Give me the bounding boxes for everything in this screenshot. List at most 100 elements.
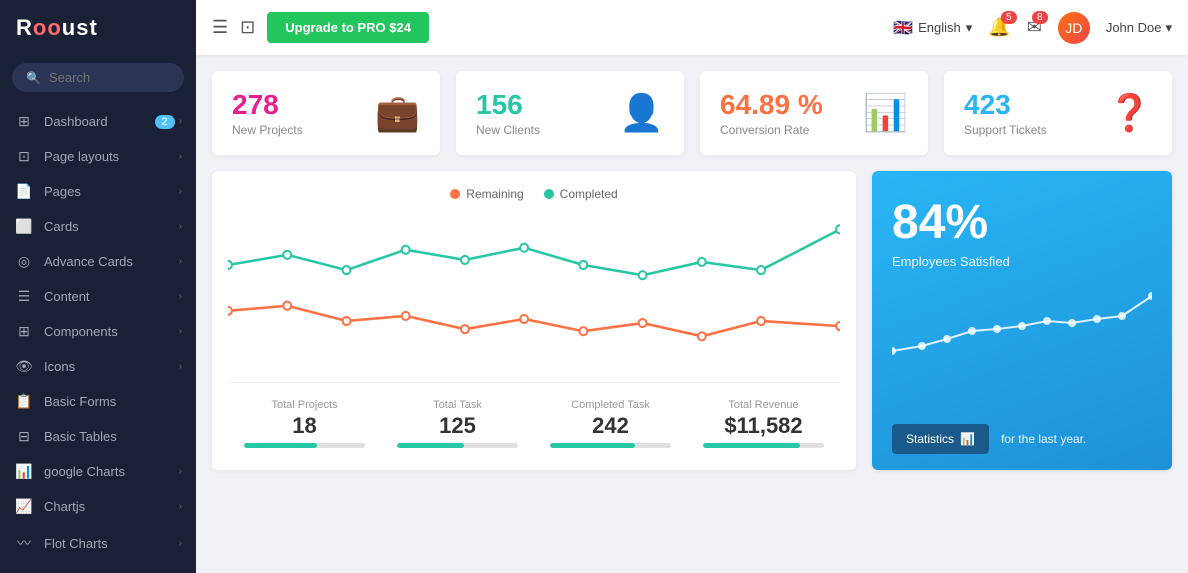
sidebar-item-chartjs[interactable]: 📈 Chartjs ›: [0, 489, 196, 524]
sidebar-item-flot-charts[interactable]: 〰 Flot Charts ›: [0, 524, 196, 562]
line-chart-svg: [228, 209, 840, 372]
language-label: English: [918, 20, 961, 35]
language-selector[interactable]: 🇬🇧 English ▾: [893, 18, 972, 38]
legend-completed: Completed: [544, 187, 618, 201]
chart-stat-total-task: Total Task 125: [381, 393, 534, 454]
flot-charts-icon: 〰: [14, 533, 34, 553]
total-revenue-label: Total Revenue: [687, 399, 840, 411]
chevron-right-icon: ›: [179, 291, 182, 302]
briefcase-icon: 💼: [375, 92, 420, 134]
notification-badge: 5: [1001, 11, 1017, 24]
chevron-down-icon: ▾: [966, 20, 973, 36]
main-area: ☰ ⊡ Upgrade to PRO $24 🇬🇧 English ▾ 🔔 5 …: [196, 0, 1188, 573]
sidebar-label-advance-cards: Advance Cards: [44, 254, 179, 269]
sidebar-item-components[interactable]: ⊞ Components ›: [0, 314, 196, 349]
mail-button[interactable]: ✉ 8: [1027, 17, 1042, 38]
completed-task-fill: [550, 443, 635, 448]
sidebar-label-content: Content: [44, 289, 179, 304]
total-projects-label: Total Projects: [228, 399, 381, 411]
person-icon: 👤: [619, 92, 664, 134]
satisfied-label: Employees Satisfied: [892, 254, 1152, 269]
components-icon: ⊞: [14, 323, 34, 340]
stat-value-support-tickets: 423: [964, 89, 1047, 121]
sidebar-label-icons: Icons: [44, 359, 179, 374]
chevron-right-icon: ›: [179, 538, 182, 549]
avatar: JD: [1058, 12, 1090, 44]
sidebar-label-basic-tables: Basic Tables: [44, 429, 182, 444]
completed-task-value: 242: [534, 413, 687, 439]
stat-value-new-clients: 156: [476, 89, 540, 121]
satisfied-percent: 84%: [892, 195, 1152, 250]
icons-icon: 👁: [14, 358, 34, 375]
chevron-right-icon: ›: [179, 326, 182, 337]
chevron-right-icon: ›: [179, 116, 182, 127]
upgrade-button[interactable]: Upgrade to PRO $24: [267, 12, 429, 43]
stat-label-support-tickets: Support Tickets: [964, 123, 1047, 137]
total-task-bar: [397, 443, 518, 448]
chart-stat-total-projects: Total Projects 18: [228, 393, 381, 454]
topbar: ☰ ⊡ Upgrade to PRO $24 🇬🇧 English ▾ 🔔 5 …: [196, 0, 1188, 55]
logo: Rooust: [16, 15, 98, 41]
stats-row: 278 New Projects 💼 156 New Clients 👤 64.…: [212, 71, 1172, 155]
search-box[interactable]: 🔍: [12, 63, 184, 92]
chevron-right-icon: ›: [179, 501, 182, 512]
sidebar-item-icons[interactable]: 👁 Icons ›: [0, 349, 196, 384]
sidebar: Rooust 🔍 ⊞ Dashboard 2 › ⊡ Page layouts …: [0, 0, 196, 573]
stat-card-conversion-rate: 64.89 % Conversion Rate 📊: [700, 71, 928, 155]
completed-task-label: Completed Task: [534, 399, 687, 411]
total-revenue-fill: [703, 443, 800, 448]
content-icon: ☰: [14, 288, 34, 305]
sidebar-item-content[interactable]: ☰ Content ›: [0, 279, 196, 314]
stat-value-new-projects: 278: [232, 89, 303, 121]
stat-info-new-projects: 278 New Projects: [232, 89, 303, 137]
chevron-right-icon: ›: [179, 256, 182, 267]
chartjs-icon: 📈: [14, 498, 34, 515]
sidebar-item-basic-tables[interactable]: ⊟ Basic Tables: [0, 419, 196, 454]
sidebar-label-page-layouts: Page layouts: [44, 149, 179, 164]
sidebar-label-google-charts: google Charts: [44, 464, 179, 479]
right-panel: 84% Employees Satisfied: [872, 171, 1172, 470]
pages-icon: 📄: [14, 183, 34, 200]
chevron-right-icon: ›: [179, 361, 182, 372]
search-input[interactable]: [49, 70, 170, 85]
stat-label-new-projects: New Projects: [232, 123, 303, 137]
stat-label-conversion-rate: Conversion Rate: [720, 123, 823, 137]
sidebar-label-chartjs: Chartjs: [44, 499, 179, 514]
basic-forms-icon: 📋: [14, 393, 34, 410]
bar-mini-icon: 📊: [960, 432, 975, 446]
total-task-fill: [397, 443, 464, 448]
user-menu[interactable]: John Doe ▾: [1106, 20, 1172, 36]
right-card-footer: Statistics 📊 for the last year.: [892, 424, 1152, 454]
chevron-down-icon: ▾: [1165, 20, 1172, 36]
topbar-right: 🇬🇧 English ▾ 🔔 5 ✉ 8 JD John Doe ▾: [893, 12, 1172, 44]
chevron-right-icon: ›: [179, 466, 182, 477]
sidebar-item-pages[interactable]: 📄 Pages ›: [0, 174, 196, 209]
total-projects-fill: [244, 443, 317, 448]
notification-button[interactable]: 🔔 5: [988, 17, 1010, 38]
sidebar-item-advance-cards[interactable]: ◎ Advance Cards ›: [0, 244, 196, 279]
stat-value-conversion-rate: 64.89 %: [720, 89, 823, 121]
bottom-row: Remaining Completed: [212, 171, 1172, 470]
chart-card: Remaining Completed: [212, 171, 856, 470]
sidebar-label-components: Components: [44, 324, 179, 339]
sidebar-item-page-layouts[interactable]: ⊡ Page layouts ›: [0, 139, 196, 174]
sidebar-label-flot-charts: Flot Charts: [44, 536, 179, 551]
menu-icon[interactable]: ☰: [212, 17, 228, 38]
sidebar-item-dashboard[interactable]: ⊞ Dashboard 2 ›: [0, 104, 196, 139]
sidebar-item-google-charts[interactable]: 📊 google Charts ›: [0, 454, 196, 489]
total-revenue-value: $11,582: [687, 413, 840, 439]
chevron-right-icon: ›: [179, 151, 182, 162]
advance-cards-icon: ◎: [14, 253, 34, 270]
stat-card-support-tickets: 423 Support Tickets ❓: [944, 71, 1172, 155]
total-revenue-bar: [703, 443, 824, 448]
expand-icon[interactable]: ⊡: [240, 17, 255, 38]
stat-info-conversion-rate: 64.89 % Conversion Rate: [720, 89, 823, 137]
stat-card-new-clients: 156 New Clients 👤: [456, 71, 684, 155]
content-area: 278 New Projects 💼 156 New Clients 👤 64.…: [196, 55, 1188, 573]
page-layouts-icon: ⊡: [14, 148, 34, 165]
statistics-button[interactable]: Statistics 📊: [892, 424, 989, 454]
legend-remaining-label: Remaining: [466, 187, 523, 201]
sidebar-item-basic-forms[interactable]: 📋 Basic Forms: [0, 384, 196, 419]
sidebar-item-cards[interactable]: ⬜ Cards ›: [0, 209, 196, 244]
completed-task-bar: [550, 443, 671, 448]
